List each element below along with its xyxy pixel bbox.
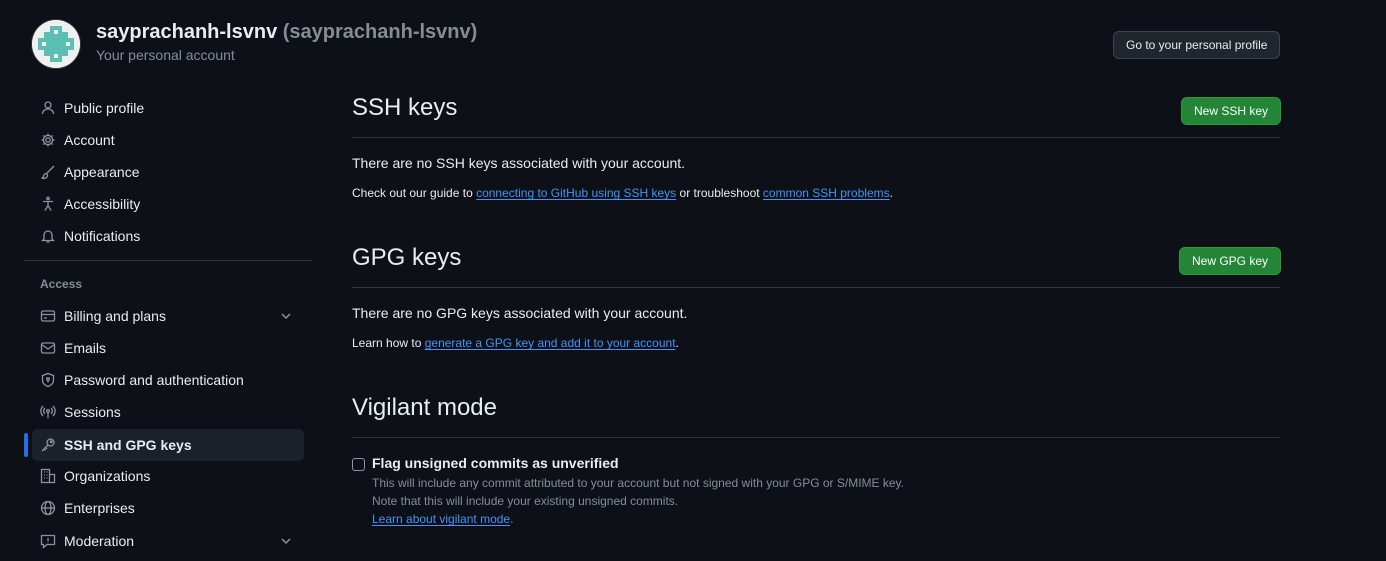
new-ssh-key-button[interactable]: New SSH key: [1181, 97, 1282, 125]
sidebar-heading-access: Access: [40, 277, 83, 291]
chevron-down-icon[interactable]: [278, 533, 294, 549]
gpg-learn-text: Learn how to generate a GPG key and add …: [352, 336, 679, 350]
account-name: sayprachanh-lsvnv (sayprachanh-lsvnv): [96, 21, 477, 44]
sidebar-item-billing[interactable]: Billing and plans: [32, 300, 304, 332]
gpg-learn-prefix: Learn how to: [352, 336, 425, 350]
avatar[interactable]: [32, 20, 80, 68]
shield-lock-icon: [40, 372, 56, 388]
vigilant-note: Note that this will include your existin…: [372, 494, 679, 508]
section-divider: [352, 287, 1280, 288]
sidebar-item-label: Notifications: [64, 228, 141, 244]
gpg-empty-message: There are no GPG keys associated with yo…: [352, 305, 688, 321]
credit-card-icon: [40, 308, 56, 324]
ssh-guide-link[interactable]: connecting to GitHub using SSH keys: [476, 186, 676, 200]
sidebar-item-label: Appearance: [64, 164, 140, 180]
ssh-troubleshoot-link[interactable]: common SSH problems: [763, 186, 890, 200]
bell-icon: [40, 228, 56, 244]
sidebar-item-label: SSH and GPG keys: [64, 437, 192, 453]
ssh-guide-suffix: .: [889, 186, 893, 200]
sidebar-item-label: Moderation: [64, 533, 135, 549]
section-divider: [352, 137, 1280, 138]
person-icon: [40, 100, 56, 116]
sidebar-item-notifications[interactable]: Notifications: [32, 220, 304, 252]
sidebar-item-enterprises[interactable]: Enterprises: [32, 492, 304, 524]
broadcast-icon: [40, 404, 56, 420]
sidebar-item-label: Emails: [64, 340, 107, 356]
vigilant-learn-text: Learn about vigilant mode.: [372, 512, 513, 526]
sidebar-item-organizations[interactable]: Organizations: [32, 460, 304, 492]
vigilant-mode-heading: Vigilant mode: [352, 394, 497, 421]
sidebar-item-appearance[interactable]: Appearance: [32, 156, 304, 188]
go-to-profile-button[interactable]: Go to your personal profile: [1113, 31, 1281, 59]
sidebar-item-label: Public profile: [64, 100, 145, 116]
gpg-keys-heading: GPG keys: [352, 244, 462, 271]
chevron-down-icon[interactable]: [278, 308, 294, 324]
gpg-generate-link[interactable]: generate a GPG key and add it to your ac…: [425, 336, 676, 350]
sidebar-item-account[interactable]: Account: [32, 124, 304, 156]
report-icon: [40, 533, 56, 549]
account-login: (sayprachanh-lsvnv): [282, 21, 478, 43]
ssh-guide-prefix: Check out our guide to: [352, 186, 477, 200]
sidebar-item-label: Organizations: [64, 468, 151, 484]
sidebar-item-label: Password and authentication: [64, 372, 244, 388]
sidebar-item-label: Billing and plans: [64, 308, 166, 324]
sidebar-item-emails[interactable]: Emails: [32, 332, 304, 364]
gpg-learn-suffix: .: [675, 336, 679, 350]
vigilant-learn-link[interactable]: Learn about vigilant mode: [372, 512, 510, 526]
vigilant-description: This will include any commit attributed …: [372, 476, 905, 490]
account-subtitle: Your personal account: [96, 47, 235, 63]
sidebar-item-label: Enterprises: [64, 500, 135, 516]
accessibility-icon: [40, 196, 56, 212]
new-gpg-key-button[interactable]: New GPG key: [1179, 247, 1282, 275]
organization-icon: [40, 468, 56, 484]
paintbrush-icon: [40, 164, 56, 180]
vigilant-mode-checkbox[interactable]: [352, 458, 365, 471]
sidebar-item-sessions[interactable]: Sessions: [32, 396, 304, 428]
gear-icon: [40, 132, 56, 148]
sidebar-item-label: Accessibility: [64, 196, 141, 212]
sidebar-item-label: Sessions: [64, 404, 121, 420]
sidebar-item-public-profile[interactable]: Public profile: [32, 92, 304, 124]
ssh-guide-middle: or troubleshoot: [676, 186, 763, 200]
sidebar-item-accessibility[interactable]: Accessibility: [32, 188, 304, 220]
sidebar-item-moderation[interactable]: Moderation: [32, 525, 304, 557]
ssh-keys-heading: SSH keys: [352, 94, 458, 121]
vigilant-mode-label[interactable]: Flag unsigned commits as unverified: [372, 455, 619, 471]
sidebar-item-label: Account: [64, 132, 115, 148]
globe-icon: [40, 500, 56, 516]
ssh-guide-text: Check out our guide to connecting to Git…: [352, 186, 893, 200]
sidebar-item-password[interactable]: Password and authentication: [32, 364, 304, 396]
account-display-name: sayprachanh-lsvnv: [96, 21, 278, 43]
key-icon: [40, 437, 56, 453]
mail-icon: [40, 340, 56, 356]
ssh-empty-message: There are no SSH keys associated with yo…: [352, 155, 686, 171]
sidebar-item-ssh-gpg-keys[interactable]: SSH and GPG keys: [32, 429, 304, 461]
section-divider: [352, 437, 1280, 438]
vigilant-learn-suffix: .: [510, 512, 514, 526]
sidebar-divider: [24, 260, 312, 261]
active-indicator: [24, 433, 28, 457]
